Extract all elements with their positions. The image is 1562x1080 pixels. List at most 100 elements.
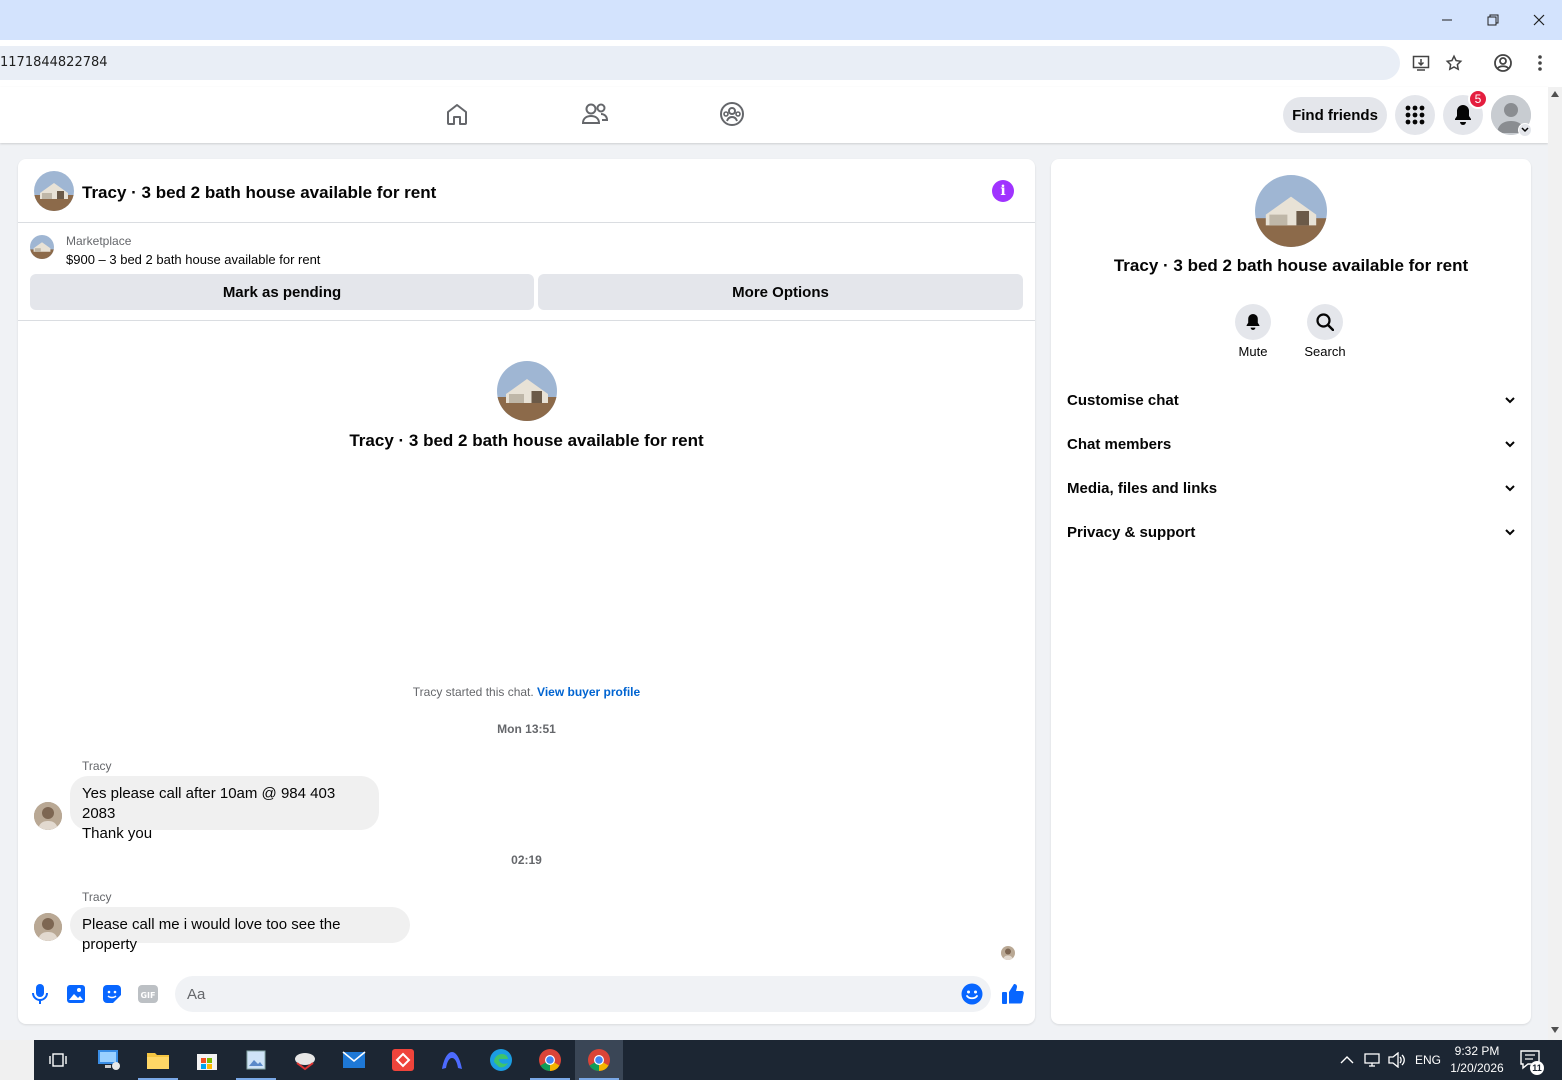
message-input[interactable] xyxy=(175,976,935,1012)
browser-app-icon[interactable] xyxy=(438,1046,466,1074)
bell-icon xyxy=(1235,304,1271,340)
browser-titlebar xyxy=(0,0,1562,40)
mark-as-pending-button[interactable]: Mark as pending xyxy=(30,274,534,310)
search-icon xyxy=(1307,304,1343,340)
listing-title[interactable]: $900 – 3 bed 2 bath house available for … xyxy=(66,252,320,267)
page-scrollbar[interactable] xyxy=(1548,87,1562,1040)
taskbar-start-area[interactable] xyxy=(0,1040,34,1080)
thumbs-up-icon[interactable] xyxy=(1001,982,1025,1006)
bookmark-star-icon[interactable] xyxy=(1443,52,1465,74)
notification-badge: 5 xyxy=(1468,89,1488,109)
chat-avatar[interactable] xyxy=(34,171,74,211)
mute-button[interactable]: Mute xyxy=(1223,304,1283,359)
listing-thumbnail[interactable] xyxy=(30,235,54,259)
clock-time: 9:32 PM xyxy=(1454,1044,1500,1058)
minimize-button[interactable] xyxy=(1424,0,1470,40)
sender-avatar[interactable] xyxy=(34,802,62,830)
chrome-menu-icon[interactable] xyxy=(1529,52,1551,74)
marketplace-listing-bar: Marketplace $900 – 3 bed 2 bath house av… xyxy=(18,223,1035,321)
windows-taskbar: ENG 9:32 PM 1/20/2026 11 xyxy=(0,1040,1562,1080)
section-label: Privacy & support xyxy=(1067,523,1196,541)
clock-date: 1/20/2026 xyxy=(1450,1061,1504,1075)
action-center-badge: 11 xyxy=(1530,1061,1544,1075)
volume-icon[interactable] xyxy=(1388,1040,1406,1080)
menu-grid-button[interactable] xyxy=(1395,95,1435,135)
chevron-down-icon xyxy=(1505,528,1515,535)
privacy-support-section[interactable]: Privacy & support xyxy=(1067,510,1515,554)
chat-started-text: Tracy started this chat. xyxy=(412,685,538,699)
more-options-button[interactable]: More Options xyxy=(538,274,1023,310)
mute-label: Mute xyxy=(1238,344,1268,359)
conversation-title: Tracy · 3 bed 2 bath house available for… xyxy=(349,431,704,450)
chevron-down-icon xyxy=(1505,440,1515,447)
friends-icon[interactable] xyxy=(580,99,610,129)
chat-members-section[interactable]: Chat members xyxy=(1067,422,1515,466)
profile-icon[interactable] xyxy=(1492,52,1514,74)
grid-icon xyxy=(1405,105,1425,125)
marketplace-label: Marketplace xyxy=(66,234,132,248)
network-icon[interactable] xyxy=(1363,1040,1381,1080)
chat-header: Tracy · 3 bed 2 bath house available for… xyxy=(18,159,1035,223)
groups-icon[interactable] xyxy=(717,99,747,129)
microphone-icon[interactable] xyxy=(29,983,51,1005)
facebook-header: Find friends 5 xyxy=(0,87,1548,143)
media-files-links-section[interactable]: Media, files and links xyxy=(1067,466,1515,510)
microsoft-store-icon[interactable] xyxy=(193,1046,221,1074)
chat-panel: Tracy · 3 bed 2 bath house available for… xyxy=(18,159,1035,1024)
message-input-box xyxy=(175,976,991,1012)
search-button[interactable]: Search xyxy=(1295,304,1355,359)
message-composer: GIF xyxy=(18,971,1035,1017)
search-label: Search xyxy=(1304,344,1346,359)
message-bubble[interactable]: Please call me i would love too see the … xyxy=(70,907,410,953)
message-sender: Tracy xyxy=(82,890,112,904)
view-buyer-profile-link[interactable]: View buyer profile xyxy=(537,685,640,699)
url-text: 1171844822784 xyxy=(0,55,108,70)
customise-chat-section[interactable]: Customise chat xyxy=(1067,378,1515,422)
conversation-avatar xyxy=(497,361,557,421)
emoji-icon[interactable] xyxy=(961,983,983,1010)
chevron-down-icon xyxy=(1505,484,1515,491)
close-window-button[interactable] xyxy=(1516,0,1562,40)
message-timestamp: 02:19 xyxy=(511,853,542,867)
home-icon[interactable] xyxy=(442,99,472,129)
message-timestamp: Mon 13:51 xyxy=(497,722,556,736)
restore-button[interactable] xyxy=(1470,0,1516,40)
section-label: Customise chat xyxy=(1067,391,1179,409)
taskbar-clock[interactable]: 9:32 PM 1/20/2026 xyxy=(1443,1043,1511,1077)
language-indicator[interactable]: ENG xyxy=(1415,1040,1441,1080)
show-hidden-icons[interactable] xyxy=(1340,1040,1354,1080)
svg-text:GIF: GIF xyxy=(140,991,155,1000)
details-avatar[interactable] xyxy=(1255,175,1327,247)
anydesk-icon[interactable] xyxy=(389,1046,417,1074)
section-label: Chat members xyxy=(1067,435,1172,453)
chrome-active-icon[interactable] xyxy=(585,1046,613,1074)
browser-toolbar: 1171844822784 xyxy=(0,40,1562,87)
chrome-profile-icon[interactable] xyxy=(536,1046,564,1074)
info-icon[interactable]: i xyxy=(992,180,1014,202)
details-title: Tracy · 3 bed 2 bath house available for… xyxy=(1113,256,1469,275)
gif-icon[interactable]: GIF xyxy=(137,983,159,1005)
edge-icon[interactable] xyxy=(487,1046,515,1074)
account-chevron-down-icon[interactable] xyxy=(1518,123,1532,137)
read-receipt-avatar xyxy=(1001,946,1015,960)
photos-app-icon[interactable] xyxy=(242,1046,270,1074)
sender-avatar[interactable] xyxy=(34,913,62,941)
chevron-down-icon xyxy=(1505,396,1515,403)
chat-details-panel: Tracy · 3 bed 2 bath house available for… xyxy=(1051,159,1531,1024)
snipping-tool-icon[interactable] xyxy=(291,1046,319,1074)
chat-started-notice: Tracy started this chat. View buyer prof… xyxy=(18,685,1035,699)
message-bubble[interactable]: Yes please call after 10am @ 984 403 208… xyxy=(70,776,379,842)
bell-icon xyxy=(1455,105,1471,125)
section-label: Media, files and links xyxy=(1067,479,1218,497)
file-explorer-icon[interactable] xyxy=(144,1046,172,1074)
address-bar[interactable]: 1171844822784 xyxy=(0,46,1400,80)
message-sender: Tracy xyxy=(82,759,112,773)
mail-icon[interactable] xyxy=(340,1046,368,1074)
remote-desktop-icon[interactable] xyxy=(95,1046,123,1074)
photo-icon[interactable] xyxy=(65,983,87,1005)
find-friends-button[interactable]: Find friends xyxy=(1283,97,1387,133)
install-app-icon[interactable] xyxy=(1410,52,1432,74)
chat-title: Tracy · 3 bed 2 bath house available for… xyxy=(82,183,437,202)
sticker-icon[interactable] xyxy=(101,983,123,1005)
task-view-icon[interactable] xyxy=(44,1046,72,1074)
